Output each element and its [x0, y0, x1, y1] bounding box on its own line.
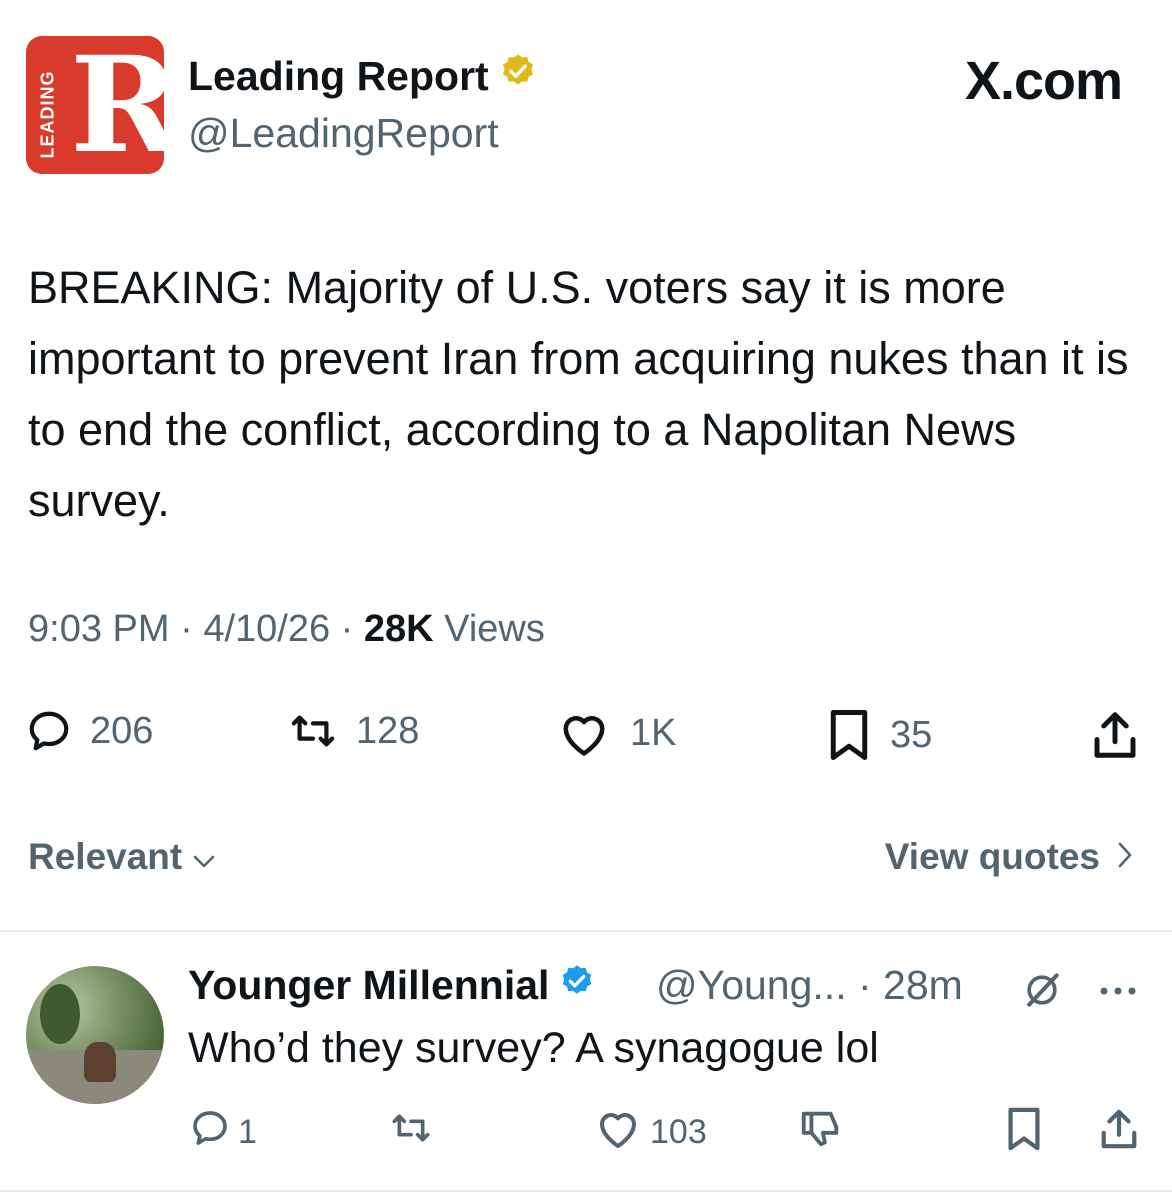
bookmark-count: 35 — [890, 713, 933, 756]
reply-like-button[interactable]: 103 — [594, 1106, 707, 1159]
repost-icon — [388, 1108, 434, 1157]
tweet-text: BREAKING: Majority of U.S. voters say it… — [28, 262, 1129, 526]
chevron-right-icon — [1116, 836, 1134, 878]
reply-icon — [190, 1108, 230, 1157]
repost-icon — [288, 708, 338, 754]
author-name-row[interactable]: Leading Report — [188, 52, 537, 100]
avatar-figure — [84, 1042, 116, 1082]
profile-logo[interactable]: R LEADING — [26, 36, 164, 174]
like-count: 1K — [630, 711, 677, 754]
reply-handle-time[interactable]: @Young... · 28m — [656, 962, 963, 1009]
reply-reply-count: 1 — [238, 1113, 257, 1151]
share-icon — [1098, 1106, 1140, 1161]
sort-dropdown[interactable]: Relevant — [28, 836, 216, 878]
reply-repost-button[interactable] — [388, 1108, 434, 1157]
view-quotes-link[interactable]: View quotes — [885, 836, 1134, 878]
repost-button[interactable]: 128 — [288, 708, 419, 754]
meta-separator: · — [340, 608, 354, 650]
reply-author-row[interactable]: Younger Millennial — [188, 962, 595, 1009]
avatar-tree — [40, 984, 80, 1044]
divider — [0, 930, 1172, 932]
divider — [0, 1190, 1172, 1192]
bookmark-button[interactable]: 35 — [826, 708, 932, 762]
reply-reply-button[interactable]: 1 — [190, 1108, 257, 1157]
reply-text: Who’d they survey? A synagogue lol — [188, 1024, 879, 1072]
like-button[interactable]: 1K — [556, 708, 676, 758]
bookmark-icon — [826, 708, 872, 762]
views-count: 28K — [363, 608, 434, 650]
avatar[interactable] — [26, 966, 164, 1104]
chevron-down-icon — [192, 836, 216, 878]
tweet-meta: 9:03 PM · 4/10/26 · 28K Views — [28, 608, 545, 651]
view-quotes-label: View quotes — [884, 836, 1100, 877]
reply-author-name[interactable]: Younger Millennial — [188, 962, 549, 1009]
author-handle[interactable]: @LeadingReport — [188, 110, 499, 157]
reply-icon — [26, 708, 72, 754]
verified-gold-icon — [499, 52, 537, 100]
thumbs-down-icon — [798, 1106, 844, 1161]
share-icon — [1090, 708, 1140, 762]
meta-separator: · — [180, 608, 193, 650]
more-options-icon[interactable] — [1098, 968, 1138, 1005]
reply-button[interactable]: 206 — [26, 708, 153, 754]
author-display-name[interactable]: Leading Report — [188, 53, 489, 100]
reply-like-count: 103 — [650, 1113, 707, 1151]
site-label: X.com — [964, 51, 1123, 111]
reply-share-button[interactable] — [1098, 1106, 1140, 1161]
heart-icon — [556, 708, 612, 758]
sort-label: Relevant — [28, 836, 183, 877]
share-button[interactable] — [1090, 708, 1140, 762]
dislike-button[interactable] — [798, 1106, 844, 1161]
views-label: Views — [444, 608, 545, 650]
heart-icon — [594, 1106, 642, 1159]
reply-bookmark-button[interactable] — [1004, 1106, 1044, 1161]
logo-vertical-text: LEADING — [37, 70, 58, 159]
grok-icon[interactable] — [1020, 968, 1064, 1017]
reply-count: 206 — [90, 709, 154, 752]
tweet-time[interactable]: 9:03 PM — [28, 608, 170, 650]
verified-blue-icon — [559, 962, 595, 1009]
logo-letter: R — [70, 36, 164, 174]
repost-count: 128 — [356, 709, 420, 752]
tweet-date[interactable]: 4/10/26 — [203, 608, 330, 650]
bookmark-icon — [1004, 1106, 1044, 1161]
